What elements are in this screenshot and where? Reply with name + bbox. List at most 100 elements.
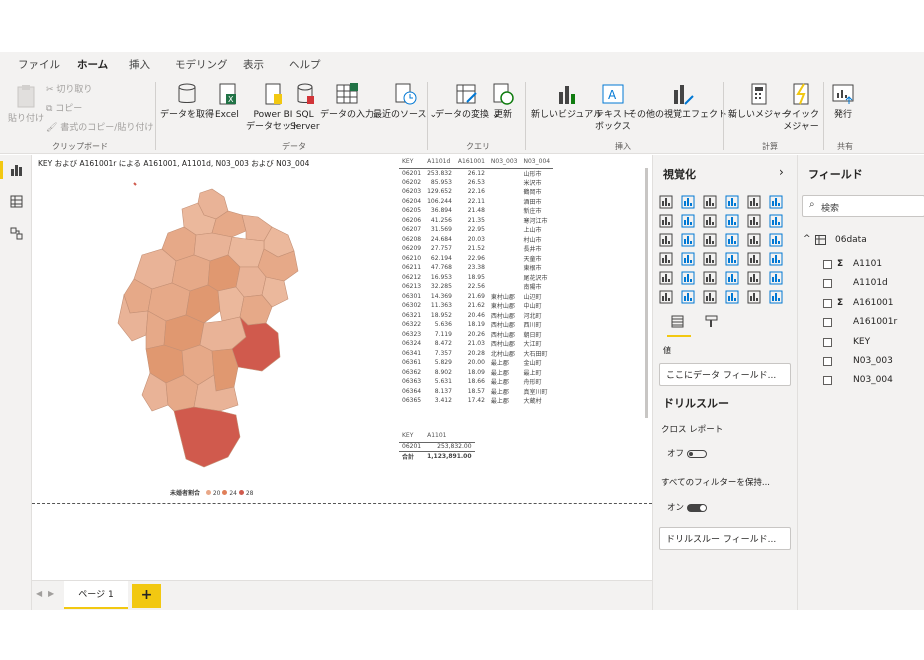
keep-filters-toggle[interactable]: オン bbox=[667, 501, 707, 513]
clustered-bar-icon[interactable] bbox=[703, 195, 717, 209]
field-name[interactable]: A161001 bbox=[853, 298, 894, 308]
column-header[interactable]: N03_003 bbox=[488, 156, 521, 168]
new-visual-button[interactable]: 新しいビジュアル bbox=[531, 82, 602, 121]
clustered-column-icon[interactable] bbox=[725, 195, 739, 209]
field-name[interactable]: N03_003 bbox=[853, 356, 893, 366]
cut-button[interactable]: ✂ 切り取り bbox=[46, 84, 92, 96]
add-page-button[interactable]: + bbox=[132, 584, 161, 608]
prev-page-icon[interactable]: ◀ bbox=[36, 589, 42, 598]
area-chart-icon[interactable] bbox=[681, 214, 695, 228]
chevron-right-icon[interactable]: › bbox=[779, 165, 784, 179]
field-checkbox[interactable] bbox=[823, 260, 832, 269]
toggle-switch[interactable] bbox=[686, 503, 707, 512]
column-header[interactable]: A1101d bbox=[424, 156, 455, 168]
filled-map[interactable] bbox=[112, 175, 312, 475]
line-clustered-icon[interactable] bbox=[747, 214, 761, 228]
quick-measure-button[interactable]: クイック メジャー bbox=[783, 82, 819, 133]
field-name[interactable]: N03_004 bbox=[853, 375, 893, 385]
column-header[interactable]: A161001 bbox=[455, 156, 488, 168]
new-measure-button[interactable]: 新しいメジャー bbox=[728, 82, 791, 121]
table-name[interactable]: 06data bbox=[835, 235, 867, 245]
field-checkbox[interactable] bbox=[823, 298, 832, 308]
data-table[interactable]: KEY A1101d A161001 N03_003 N03_004 06201 253.… bbox=[399, 156, 651, 421]
python-visual-icon[interactable] bbox=[769, 271, 783, 285]
search-input[interactable]: ⌕ 検索 bbox=[802, 195, 924, 217]
ribbon-chart-icon[interactable] bbox=[769, 214, 783, 228]
toggle-switch[interactable] bbox=[686, 449, 707, 458]
field-name[interactable]: A1101 bbox=[853, 259, 882, 269]
pie-icon[interactable] bbox=[725, 233, 739, 247]
format-painter-button[interactable]: 🖌 書式のコピー/貼り付け bbox=[46, 122, 153, 134]
report-view-icon[interactable] bbox=[10, 163, 23, 176]
data-view-icon[interactable] bbox=[10, 195, 23, 208]
format-paint-roller-icon[interactable] bbox=[705, 315, 718, 328]
field-checkbox[interactable] bbox=[823, 337, 832, 347]
paste-button[interactable]: 貼り付け bbox=[8, 84, 44, 125]
column-100-icon[interactable] bbox=[769, 195, 783, 209]
sql-server-button[interactable]: SQL Server bbox=[290, 82, 320, 133]
total-table[interactable]: KEY A1101 06201 253,832.00 合計 1,123,891.… bbox=[399, 430, 519, 461]
scatter-icon[interactable] bbox=[703, 233, 717, 247]
tab-insert[interactable]: 挿入 bbox=[129, 57, 150, 72]
key-influencers-icon[interactable] bbox=[659, 290, 673, 304]
fields-well-icon[interactable] bbox=[671, 315, 684, 328]
textbox-button[interactable]: A テキスト ボックス bbox=[595, 82, 631, 133]
stacked-area-icon[interactable] bbox=[703, 214, 717, 228]
stacked-bar-icon[interactable] bbox=[659, 195, 673, 209]
map-icon[interactable] bbox=[659, 252, 673, 266]
transform-data-button[interactable]: データの変換 ⌄ bbox=[435, 82, 499, 121]
filled-map-icon[interactable] bbox=[681, 252, 695, 266]
r-visual-icon[interactable] bbox=[747, 271, 761, 285]
paginated-icon[interactable] bbox=[747, 290, 761, 304]
scrollbar[interactable] bbox=[645, 168, 648, 418]
tab-file[interactable]: ファイル bbox=[18, 57, 60, 72]
gauge-icon[interactable] bbox=[725, 252, 739, 266]
more-visuals-button[interactable]: その他の視覚エフェクト ⌄ bbox=[628, 82, 737, 121]
get-data-button[interactable]: データを取得 bbox=[160, 82, 214, 121]
field-checkbox[interactable] bbox=[823, 318, 832, 328]
matrix-icon[interactable] bbox=[725, 271, 739, 285]
line-chart-icon[interactable] bbox=[659, 214, 673, 228]
qa-icon[interactable] bbox=[703, 290, 717, 304]
add-field-dropzone[interactable]: ここにデータ フィールド... bbox=[659, 363, 791, 386]
decomposition-tree-icon[interactable] bbox=[681, 290, 695, 304]
narrative-icon[interactable] bbox=[725, 290, 739, 304]
field-name[interactable]: KEY bbox=[853, 337, 870, 347]
treemap-icon[interactable] bbox=[769, 233, 783, 247]
kpi-icon[interactable] bbox=[659, 271, 673, 285]
column-header[interactable]: KEY bbox=[399, 156, 424, 168]
field-checkbox[interactable] bbox=[823, 376, 832, 386]
stacked-column-icon[interactable] bbox=[681, 195, 695, 209]
line-column-icon[interactable] bbox=[725, 214, 739, 228]
copy-button[interactable]: ⧉ コピー bbox=[46, 103, 82, 115]
field-name[interactable]: A161001r bbox=[853, 317, 897, 327]
next-page-icon[interactable]: ▶ bbox=[48, 589, 54, 598]
field-checkbox[interactable] bbox=[823, 279, 832, 289]
model-view-icon[interactable] bbox=[10, 227, 23, 240]
excel-button[interactable]: X Excel bbox=[215, 82, 239, 121]
enter-data-button[interactable]: データの入力 bbox=[320, 82, 374, 121]
card-icon[interactable] bbox=[747, 252, 761, 266]
table-visual-icon[interactable] bbox=[703, 271, 717, 285]
bar-100-icon[interactable] bbox=[747, 195, 761, 209]
funnel-icon[interactable] bbox=[681, 233, 695, 247]
publish-button[interactable]: 発行 bbox=[831, 82, 855, 121]
tab-help[interactable]: ヘルプ bbox=[289, 57, 321, 72]
multirow-card-icon[interactable] bbox=[769, 252, 783, 266]
page-tab[interactable]: ページ 1 bbox=[64, 581, 128, 609]
tab-view[interactable]: 表示 bbox=[243, 57, 264, 72]
shape-map-icon[interactable] bbox=[703, 252, 717, 266]
field-checkbox[interactable] bbox=[823, 357, 832, 366]
chevron-up-icon[interactable]: ^ bbox=[803, 234, 811, 244]
slicer-icon[interactable] bbox=[681, 271, 695, 285]
column-header[interactable]: N03_004 bbox=[521, 156, 554, 168]
tab-home[interactable]: ホーム bbox=[77, 57, 109, 78]
more-icon[interactable] bbox=[769, 290, 783, 304]
cross-report-toggle[interactable]: オフ bbox=[667, 447, 707, 459]
refresh-button[interactable]: 更新 bbox=[491, 82, 515, 121]
waterfall-icon[interactable] bbox=[659, 233, 673, 247]
tab-modeling[interactable]: モデリング bbox=[175, 57, 228, 72]
field-name[interactable]: A1101d bbox=[853, 278, 888, 288]
drillthrough-dropzone[interactable]: ドリルスルー フィールド... bbox=[659, 527, 791, 550]
donut-icon[interactable] bbox=[747, 233, 761, 247]
